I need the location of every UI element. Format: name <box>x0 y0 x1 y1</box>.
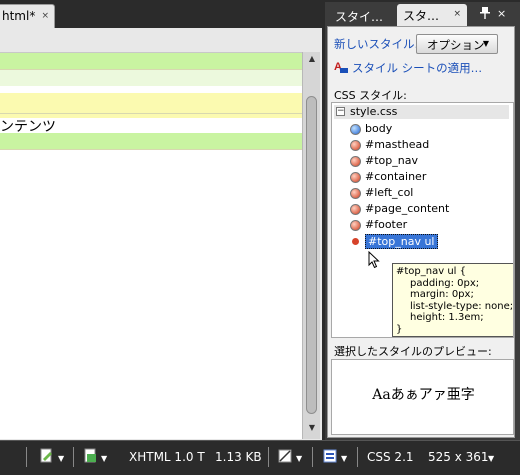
style-tooltip: #top_nav ul { padding: 0px; margin: 0px;… <box>392 263 514 337</box>
divider <box>73 447 74 467</box>
tree-item-label: #container <box>365 170 427 183</box>
options-button-label: オプション <box>427 38 485 52</box>
tree-item-label-selected: #top_nav ul <box>365 234 438 249</box>
panel-body: 新しいスタイル… オプション ▼ A スタイル シートの適用… CSS スタイル… <box>327 26 515 438</box>
formatting-marks-icon[interactable] <box>323 448 337 464</box>
document-tab[interactable]: html* × <box>0 4 55 28</box>
divider <box>26 447 27 467</box>
document-tab-close-icon[interactable]: × <box>41 11 49 21</box>
chevron-down-icon[interactable]: ▼ <box>101 454 107 463</box>
tab-manage-styles[interactable]: スタ… × <box>397 4 467 26</box>
page-dimensions-label[interactable]: 525 x 361 <box>428 450 489 464</box>
tree-item-label: #footer <box>365 218 408 231</box>
tree-root-label: style.css <box>350 105 398 118</box>
divider <box>268 447 269 467</box>
id-selector-icon <box>350 204 361 215</box>
document-tab-label: html* <box>2 9 36 23</box>
highlight-band <box>0 70 302 86</box>
design-surface[interactable]: ンテンツ <box>0 52 302 439</box>
mouse-pointer-icon <box>368 251 380 269</box>
options-button[interactable]: オプション ▼ <box>416 34 498 54</box>
highlight-band <box>0 93 302 113</box>
scroll-up-icon[interactable]: ▲ <box>303 54 321 68</box>
panel-close-icon[interactable]: × <box>497 7 506 20</box>
tree-item-label: body <box>365 122 393 135</box>
css-styles-heading: CSS スタイル: <box>334 89 407 102</box>
divider <box>357 447 358 467</box>
document-icon[interactable] <box>84 448 98 464</box>
divider <box>0 149 302 150</box>
stylesheet-icon: A <box>334 59 348 74</box>
preview-heading: 選択したスタイルのプレビュー: <box>334 345 492 358</box>
chevron-down-icon[interactable]: ▼ <box>488 454 494 463</box>
tree-root-stylesheet[interactable]: − style.css <box>334 105 509 119</box>
scroll-down-icon[interactable]: ▼ <box>303 423 321 437</box>
id-selector-icon <box>352 238 359 245</box>
tree-item-label: #masthead <box>365 138 430 151</box>
highlight-band <box>0 133 302 149</box>
pin-icon[interactable] <box>480 7 490 22</box>
tooltip-line: list-style-type: none; <box>410 300 514 312</box>
tree-item-label: #left_col <box>365 186 414 199</box>
chevron-down-icon[interactable]: ▼ <box>341 454 347 463</box>
divider <box>312 447 313 467</box>
css-version-label[interactable]: CSS 2.1 <box>367 450 414 464</box>
chevron-down-icon[interactable]: ▼ <box>296 454 302 463</box>
tooltip-line: #top_nav ul { <box>396 266 466 277</box>
chevron-down-icon[interactable]: ▼ <box>58 454 64 463</box>
tree-item-label: #top_nav <box>365 154 418 167</box>
style-preview: Aaあぁアァ亜字 <box>331 359 514 435</box>
tooltip-line: } <box>396 323 403 335</box>
id-selector-icon <box>350 172 361 183</box>
apply-stylesheet-link[interactable]: スタイル シートの適用… <box>352 60 482 76</box>
page-edit-icon[interactable] <box>40 448 54 464</box>
tree-item-label: #page_content <box>365 202 450 215</box>
file-size-label: 1.13 KB <box>215 450 262 464</box>
preview-sample-text: Aaあぁアァ亜字 <box>372 387 475 403</box>
editor-pane: ンテンツ ▲ ▼ <box>0 28 322 440</box>
tab-close-icon[interactable]: × <box>453 9 461 19</box>
id-selector-icon <box>350 140 361 151</box>
collapse-icon[interactable]: − <box>336 107 345 116</box>
chevron-down-icon: ▼ <box>482 39 489 48</box>
status-bar: ▼ ▼ XHTML 1.0 T 1.13 KB ▼ ▼ CSS 2.1 525 … <box>0 440 520 475</box>
tooltip-line: height: 1.3em; <box>410 312 484 323</box>
vertical-scrollbar[interactable]: ▲ ▼ <box>302 52 320 439</box>
id-selector-icon <box>350 220 361 231</box>
new-style-link[interactable]: 新しいスタイル… <box>334 36 426 52</box>
element-selector-icon <box>350 124 361 135</box>
highlight-band <box>0 53 302 69</box>
doctype-label[interactable]: XHTML 1.0 T <box>129 450 205 464</box>
id-selector-icon <box>350 156 361 167</box>
tooltip-line: margin: 0px; <box>410 289 474 300</box>
visual-aids-icon[interactable] <box>278 448 292 464</box>
tooltip-line: padding: 0px; <box>410 277 480 289</box>
scrollbar-thumb[interactable] <box>306 96 317 414</box>
id-selector-icon <box>350 188 361 199</box>
css-style-tree[interactable]: − style.css body #masthead #top_nav #con… <box>331 102 514 338</box>
styles-panel: スタイ… スタ… × × 新しいスタイル… オプション ▼ A スタイル シート… <box>325 2 520 440</box>
editor-tabstrip: html* × <box>0 0 322 28</box>
tab-manage-styles-label: スタ… <box>403 9 440 23</box>
tab-style-application[interactable]: スタイ… <box>329 6 395 26</box>
